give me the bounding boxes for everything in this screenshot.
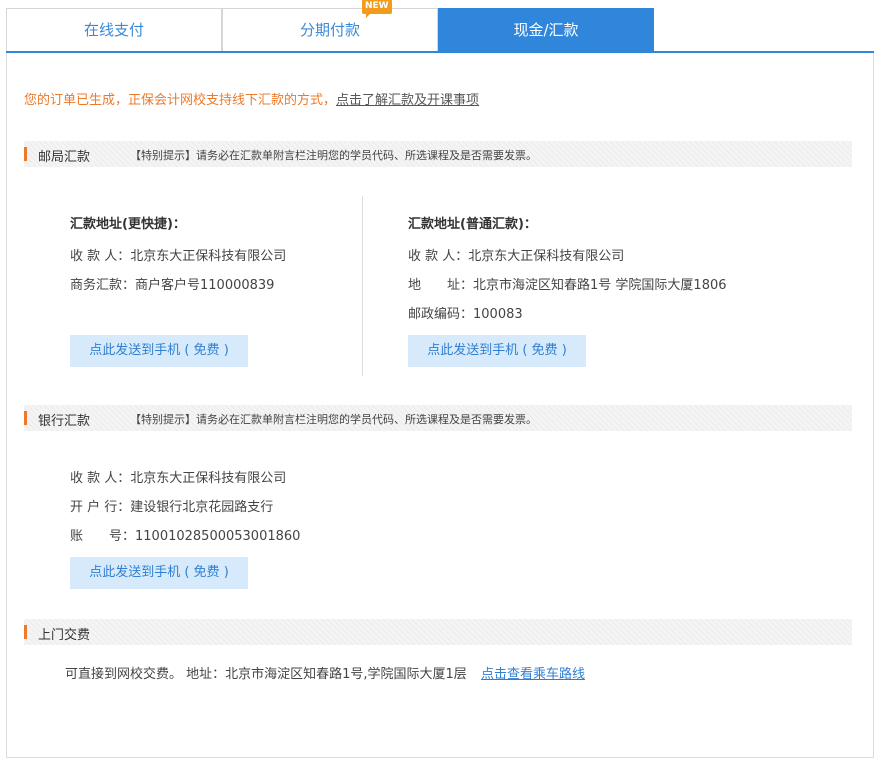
notice-text: 您的订单已生成，正保会计网校支持线下汇款的方式，	[24, 93, 337, 108]
fast-address-heading: 汇款地址(更快捷)：	[70, 217, 186, 232]
send-to-phone-button[interactable]: 点此发送到手机 ( 免费 )	[70, 557, 248, 589]
section-marker	[24, 411, 27, 425]
tab-installment[interactable]: 分期付款	[222, 8, 438, 51]
postcode-text: 邮政编码：100083	[408, 307, 523, 322]
address-label: 地 址：	[408, 278, 474, 293]
section-tip: 【特别提示】请务必在汇款单附言栏注明您的学员代码、所选课程及是否需要发票。	[130, 149, 537, 162]
section-marker	[24, 625, 27, 639]
normal-address-heading: 汇款地址(普通汇款)：	[408, 217, 537, 232]
in-person-address-text: 可直接到网校交费。 地址：北京市海淀区知春路1号,学院国际大厦1层	[65, 667, 467, 682]
account-label: 账 号：	[70, 529, 136, 544]
payee-text: 收 款 人：北京东大正保科技有限公司	[70, 471, 287, 486]
section-title: 邮局汇款	[38, 150, 91, 165]
section-bank-remittance: 银行汇款 【特别提示】请务必在汇款单附言栏注明您的学员代码、所选课程及是否需要发…	[24, 405, 852, 431]
new-badge: NEW	[362, 0, 392, 18]
route-link[interactable]: 点击查看乘车路线	[481, 663, 585, 682]
merchant-number-text: 商务汇款：商户客户号110000839	[70, 278, 275, 293]
tab-cash-remittance[interactable]: 现金/汇款	[438, 8, 654, 51]
section-in-person-payment: 上门交费	[24, 619, 852, 645]
remittance-info-link[interactable]: 点击了解汇款及开课事项	[336, 93, 479, 108]
send-to-phone-button[interactable]: 点此发送到手机 ( 免费 )	[70, 335, 248, 367]
account-value: 11001028500053001860	[135, 529, 301, 544]
order-notice: 您的订单已生成，正保会计网校支持线下汇款的方式，点击了解汇款及开课事项	[24, 89, 479, 108]
payee-text: 收 款 人：北京东大正保科技有限公司	[408, 249, 625, 264]
section-tip: 【特别提示】请务必在汇款单附言栏注明您的学员代码、所选课程及是否需要发票。	[130, 413, 537, 426]
send-to-phone-button[interactable]: 点此发送到手机 ( 免费 )	[408, 335, 586, 367]
account-number-text: 账 号：11001028500053001860	[70, 525, 300, 544]
payment-tabs: 在线支付 分期付款 现金/汇款	[6, 8, 874, 52]
section-title: 银行汇款	[38, 414, 91, 429]
bank-name-text: 开 户 行：建设银行北京花园路支行	[70, 500, 274, 515]
section-title: 上门交费	[38, 628, 91, 643]
section-marker	[24, 147, 27, 161]
tab-label: 现金/汇款	[513, 21, 579, 39]
tab-label: 分期付款	[299, 21, 360, 39]
tab-online-payment[interactable]: 在线支付	[6, 8, 222, 51]
address-text: 地 址：北京市海淀区知春路1号 学院国际大厦1806	[408, 274, 727, 293]
column-divider	[362, 196, 363, 376]
payee-text: 收 款 人：北京东大正保科技有限公司	[70, 249, 287, 264]
section-post-remittance: 邮局汇款 【特别提示】请务必在汇款单附言栏注明您的学员代码、所选课程及是否需要发…	[24, 141, 852, 167]
tab-label: 在线支付	[83, 21, 144, 39]
address-value: 北京市海淀区知春路1号 学院国际大厦1806	[473, 278, 727, 293]
